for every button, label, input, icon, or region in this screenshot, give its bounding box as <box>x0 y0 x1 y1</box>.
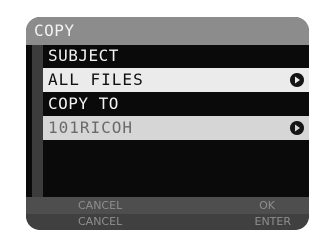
copy-to-value: 101RICOH <box>48 118 134 137</box>
copy-to-selector[interactable]: 101RICOH <box>43 116 309 140</box>
right-arrow-circle-icon <box>290 121 304 135</box>
cancel-button-label[interactable]: CANCEL <box>78 215 122 228</box>
enter-button-label[interactable]: ENTER <box>255 215 292 228</box>
side-strip <box>32 45 43 210</box>
ok-softkey-label[interactable]: OK <box>259 199 275 212</box>
subject-selector[interactable]: ALL FILES <box>43 68 309 92</box>
right-arrow-circle-icon <box>290 73 304 87</box>
subject-value: ALL FILES <box>48 70 144 89</box>
camera-menu-screen: COPY SUBJECT ALL FILES COPY TO 101RICOH … <box>26 17 309 230</box>
softkey-row-bottom: CANCEL ENTER <box>26 214 309 230</box>
subject-label: SUBJECT <box>48 46 119 65</box>
cancel-softkey-label[interactable]: CANCEL <box>78 199 122 212</box>
copy-to-label: COPY TO <box>48 94 119 113</box>
menu-title: COPY <box>34 21 75 40</box>
softkey-row-top: CANCEL OK <box>26 197 309 214</box>
title-bar: COPY <box>26 17 309 45</box>
